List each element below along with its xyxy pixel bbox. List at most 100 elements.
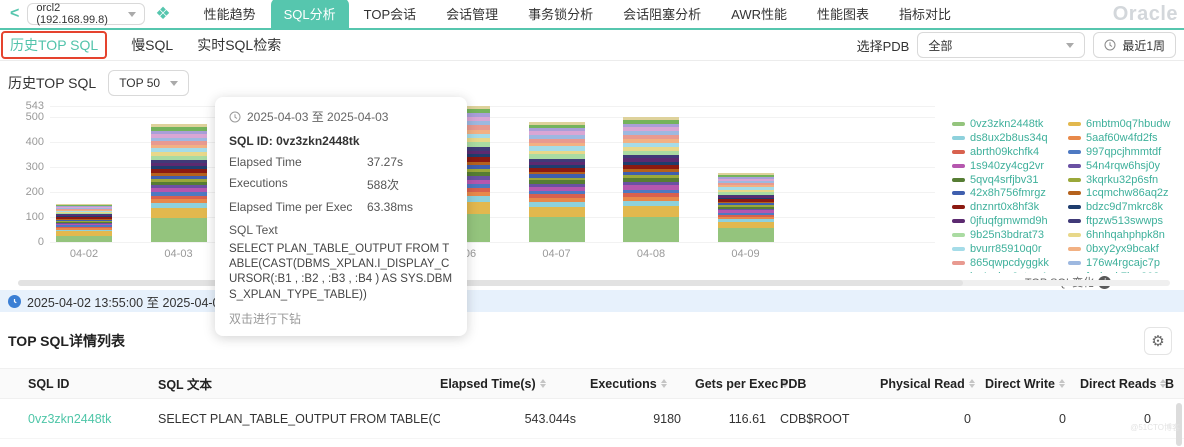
chart-horizontal-scrollbar[interactable] [18, 280, 1170, 286]
table-settings-button[interactable]: ⚙ [1144, 327, 1172, 355]
tooltip-metrics: Elapsed Time 37.27s Executions 588次 Elapsed … [229, 155, 453, 214]
legend-item-3kqrku32p6sfn[interactable]: 3kqrku32p6sfn [1068, 173, 1184, 187]
legend-marker [952, 149, 965, 154]
legend-item-1s940zy4cg2vr[interactable]: 1s940zy4cg2vr [952, 159, 1068, 173]
legend-item-bu1pdqv9ztsm1[interactable]: bu1pdqv9ztsm1 [952, 270, 1068, 273]
legend-item-9b25n3bdrat73[interactable]: 9b25n3bdrat73 [952, 228, 1068, 242]
sql-id-link[interactable]: 0vz3zkn2448tk [28, 399, 158, 438]
legend-item-bvurr85910q0r[interactable]: bvurr85910q0r [952, 242, 1068, 256]
table-title: TOP SQL详情列表 [8, 333, 125, 349]
sort-icon[interactable] [539, 379, 546, 388]
main-tab-会话阻塞分析[interactable]: 会话阻塞分析 [608, 0, 716, 29]
y-axis-tick: 500 [25, 110, 44, 123]
legend-label: bu1pdqv9ztsm1 [970, 271, 1048, 273]
x-axis-label: 04-07 [542, 248, 571, 260]
oracle-logo: Oracle [1112, 3, 1178, 25]
legend-item-6hnhqahphpk8n[interactable]: 6hnhqahphpk8n [1068, 228, 1184, 242]
legend-item-6mbtm0q7hbudw[interactable]: 6mbtm0q7hbudw [1068, 117, 1184, 131]
sub-tab-实时SQL检索[interactable]: 实时SQL检索 [197, 35, 281, 55]
legend-item-865qwpcdyggkk[interactable]: 865qwpcdyggkk [952, 256, 1068, 270]
main-tab-指标对比[interactable]: 指标对比 [884, 0, 966, 29]
top-sql-table: SQL ID SQL 文本 Elapsed Time(s) Executions Get… [0, 368, 1184, 446]
column-label: PDB [780, 376, 807, 391]
column-header-Direct Write[interactable]: Direct Write [985, 369, 1080, 398]
stacked-bar-04-07[interactable] [528, 121, 585, 242]
stacked-bar-04-08[interactable] [623, 116, 679, 242]
legend-marker [952, 177, 965, 182]
table-cell: 0 [1059, 411, 1066, 426]
legend-marker [952, 260, 965, 265]
main-tab-TOP会话[interactable]: TOP会话 [349, 0, 432, 29]
column-header-Physical Read[interactable]: Physical Read [880, 369, 985, 398]
sub-tab-历史TOP SQL[interactable]: 历史TOP SQL [1, 31, 108, 59]
main-tab-事务锁分析[interactable]: 事务锁分析 [513, 0, 608, 29]
legend-item-ds8ux2b8us34q[interactable]: ds8ux2b8us34q [952, 131, 1068, 145]
main-tab-会话管理[interactable]: 会话管理 [431, 0, 513, 29]
legend-marker [952, 205, 965, 210]
legend-item-1cqmchw86aq2z[interactable]: 1cqmchw86aq2z [1068, 186, 1184, 200]
legend-marker [1068, 219, 1081, 224]
legend-item-bdzc9d7mkrc8k[interactable]: bdzc9d7mkrc8k [1068, 200, 1184, 214]
column-label: Direct Write [985, 376, 1055, 391]
pdb-select[interactable]: 全部 [917, 32, 1086, 58]
stacked-bar-04-02[interactable] [56, 204, 112, 242]
legend-item-5qvq4srfjbv31[interactable]: 5qvq4srfjbv31 [952, 173, 1068, 187]
legend-label: abrth09kchfk4 [970, 145, 1040, 158]
legend-marker [1068, 121, 1081, 126]
main-tab-AWR性能[interactable]: AWR性能 [716, 0, 802, 29]
main-tab-SQL分析[interactable]: SQL分析 [270, 0, 349, 29]
legend-item-54n4rqw6hsj0y[interactable]: 54n4rqw6hsj0y [1068, 159, 1184, 173]
sort-icon[interactable] [1058, 379, 1065, 388]
legend-item-997qpcjhmmtdf[interactable]: 997qpcjhmmtdf [1068, 145, 1184, 159]
x-axis-label: 04-09 [731, 248, 760, 260]
sort-icon[interactable] [968, 379, 975, 388]
legend-item-ftpzw513swwps[interactable]: ftpzw513swwps [1068, 214, 1184, 228]
watermark: @51CTO博客 [1130, 423, 1180, 432]
main-tab-性能趋势[interactable]: 性能趋势 [189, 0, 271, 29]
top-n-select[interactable]: TOP 50 [108, 70, 190, 96]
sub-tab-慢SQL[interactable]: 慢SQL [131, 35, 173, 55]
legend-label: 0bxy2yx9bcakf [1086, 242, 1159, 255]
table-body: 0vz3zkn2448tk SELECT PLAN_TABLE_OUTPUT FR… [0, 399, 1184, 439]
legend-item-0jfuqfgmwmd9h[interactable]: 0jfuqfgmwmd9h [952, 214, 1068, 228]
table-cell: CDB$ROOT [780, 411, 850, 426]
metric-value: 588次 [367, 178, 400, 192]
main-tab-性能图表[interactable]: 性能图表 [802, 0, 884, 29]
gear-icon: ⚙ [1151, 333, 1165, 350]
bar-segment [528, 217, 585, 242]
chevron-down-icon [128, 11, 137, 17]
legend-item-dnznrt0x8hf3k[interactable]: dnznrt0x8hf3k [952, 200, 1068, 214]
instance-select[interactable]: orcl2 (192.168.99.8) [27, 2, 146, 26]
app-diamond-icon[interactable]: ❖ [155, 4, 170, 24]
column-header-Executions[interactable]: Executions [590, 369, 695, 398]
column-header-Direct Reads[interactable]: Direct Reads [1080, 369, 1167, 398]
gridline [50, 242, 935, 243]
stacked-bar-04-03[interactable] [150, 124, 207, 242]
column-label: SQL ID [28, 376, 70, 391]
column-header-Elapsed Time(s)[interactable]: Elapsed Time(s) [440, 369, 590, 398]
pdb-select-label: 选择PDB [856, 38, 910, 54]
column-label: Physical Read [880, 376, 965, 391]
y-axis-tick: 300 [25, 160, 44, 173]
legend-item-fychmk7jux803[interactable]: fychmk7jux803 [1068, 270, 1184, 273]
column-label: Direct Reads [1080, 376, 1157, 391]
x-axis-label: 04-08 [636, 248, 666, 260]
legend-item-42x8h756fmrgz[interactable]: 42x8h756fmrgz [952, 186, 1068, 200]
scrollbar-thumb[interactable] [18, 280, 963, 286]
legend-label: bdzc9d7mkrc8k [1086, 201, 1164, 214]
legend-item-0bxy2yx9bcakf[interactable]: 0bxy2yx9bcakf [1068, 242, 1184, 256]
clock-icon [229, 111, 241, 122]
legend-item-0vz3zkn2448tk[interactable]: 0vz3zkn2448tk [952, 117, 1068, 131]
stacked-bar-04-09[interactable] [717, 172, 774, 242]
legend-marker [952, 233, 965, 238]
legend-item-abrth09kchfk4[interactable]: abrth09kchfk4 [952, 145, 1068, 159]
column-header-Gets per Exec[interactable]: Gets per Exec [695, 369, 789, 398]
sort-icon[interactable] [660, 379, 667, 388]
clock-icon [1104, 39, 1116, 51]
back-icon[interactable]: < [0, 5, 27, 23]
legend-item-5aaf60w4fd2fs[interactable]: 5aaf60w4fd2fs [1068, 131, 1184, 145]
chart-title: 历史TOP SQL [8, 75, 97, 91]
legend-item-176w4rgcajc7p[interactable]: 176w4rgcajc7p [1068, 256, 1184, 270]
time-range-button[interactable]: 最近1周 [1093, 32, 1176, 58]
chart-tooltip: 2025-04-03 至 2025-04-03 SQL ID: 0vz3zkn2… [215, 97, 467, 336]
